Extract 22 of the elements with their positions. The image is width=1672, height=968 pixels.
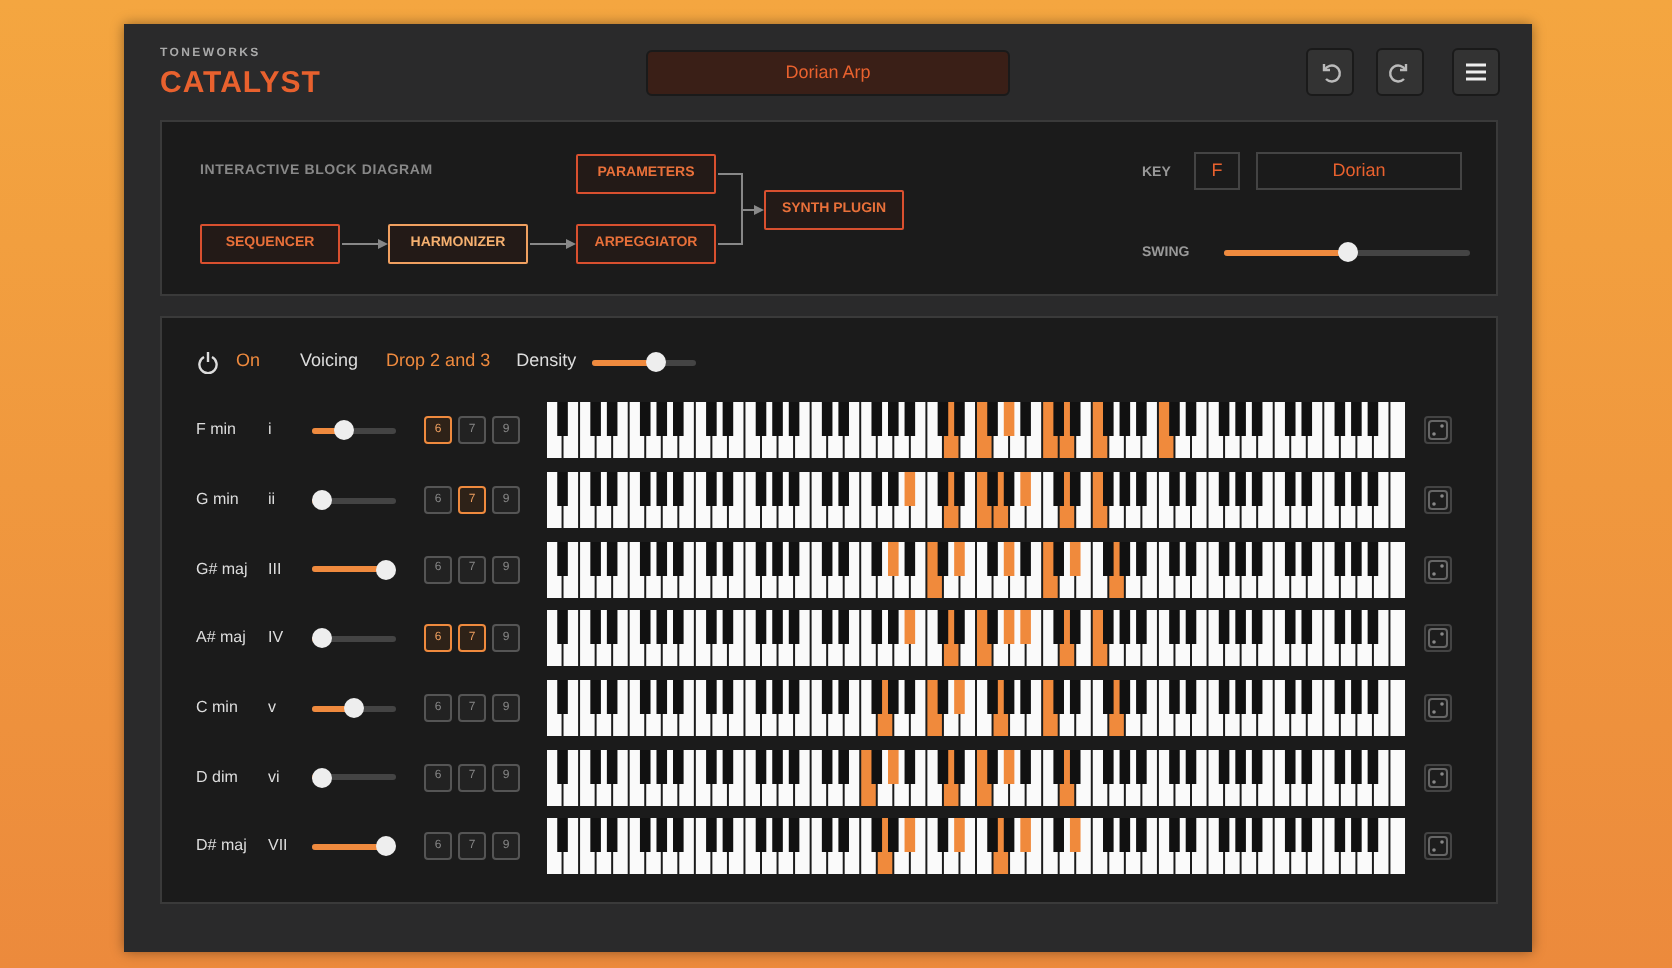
chord-numeral: IV xyxy=(268,626,286,651)
voicing-label: Voicing xyxy=(300,348,359,375)
chord-numeral: ii xyxy=(268,488,278,513)
chord-numeral: III xyxy=(268,557,284,582)
chord-name: C min xyxy=(196,696,240,721)
chord-name: G min xyxy=(196,488,241,513)
chord-name: A# maj xyxy=(196,626,248,651)
chord-numeral: vi xyxy=(268,765,282,790)
chord-name: G# maj xyxy=(196,557,250,582)
density-label: Density xyxy=(516,348,577,375)
chord-name: D dim xyxy=(196,765,240,790)
mode-field[interactable]: Dorian xyxy=(1256,152,1462,190)
app-logo: CATALYST xyxy=(160,67,321,97)
key-field[interactable]: F xyxy=(1194,152,1240,190)
power-status: On xyxy=(236,348,261,375)
voicing-value[interactable]: Drop 2 and 3 xyxy=(386,348,491,376)
chord-name: D# maj xyxy=(196,834,249,859)
preset-field[interactable]: Dorian Arp xyxy=(646,50,1010,96)
chord-name: F min xyxy=(196,418,238,443)
chord-numeral: v xyxy=(268,696,278,721)
chord-numeral: VII xyxy=(268,834,290,859)
chord-numeral: i xyxy=(268,418,274,443)
